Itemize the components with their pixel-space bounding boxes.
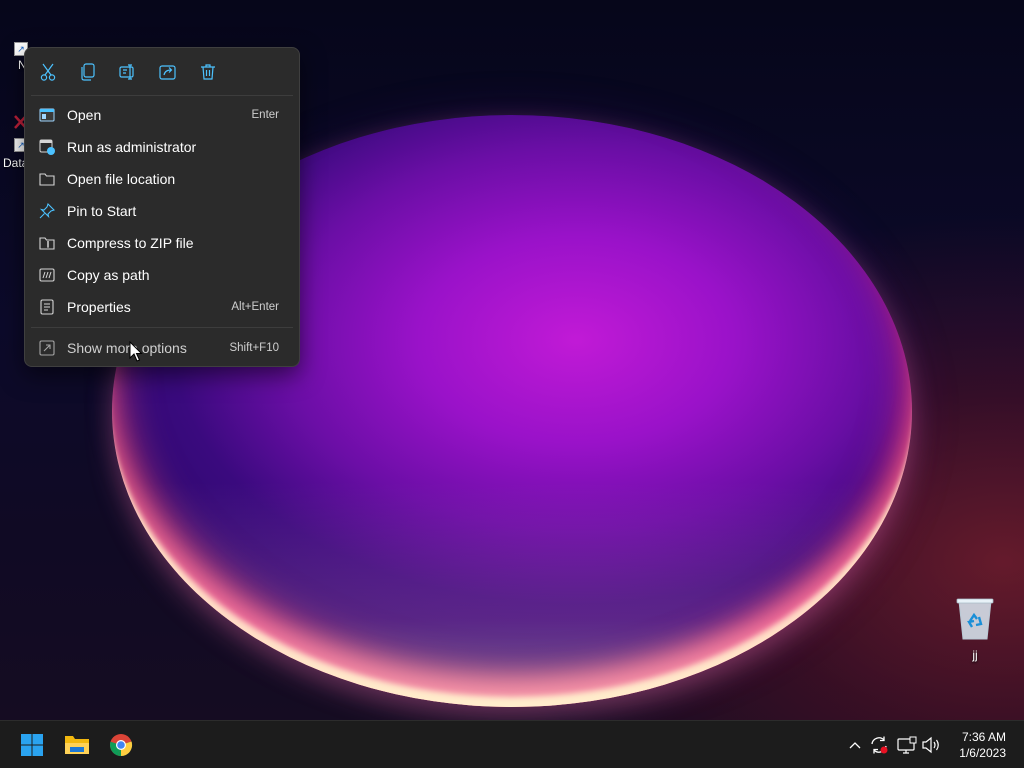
properties-icon [39,299,55,315]
rename-button[interactable] [116,60,140,84]
chrome-button[interactable] [105,729,137,761]
open-icon [39,107,55,123]
menu-item-label: Properties [67,299,131,315]
delete-button[interactable] [196,60,220,84]
taskbar: 7:36 AM 1/6/2023 [0,720,1024,768]
menu-item-label: Show more options [67,340,187,356]
delete-icon [201,64,215,80]
sync-icon [871,736,888,754]
menu-item-show-more-options[interactable]: Show more options Shift+F10 [31,333,293,363]
menu-item-properties[interactable]: Properties Alt+Enter [31,292,293,322]
share-button[interactable] [156,60,180,84]
chrome-icon [110,734,133,757]
clock-time: 7:36 AM [961,730,1006,744]
context-menu-toolbar [25,48,299,95]
recycle-bin-icon[interactable] [954,597,996,641]
menu-divider [31,327,293,328]
cut-button[interactable] [36,60,60,84]
shield-icon [39,139,55,155]
menu-item-label: Open file location [67,171,176,187]
cut-icon [40,63,56,81]
menu-item-run-as-administrator[interactable]: Run as administrator [31,132,293,162]
menu-item-copy-as-path[interactable]: Copy as path [31,260,293,290]
start-button[interactable] [16,729,48,761]
network-icon [897,736,917,754]
clock-date: 1/6/2023 [959,746,1006,760]
chevron-up-icon [849,742,861,749]
menu-item-label: Run as administrator [67,139,197,155]
menu-item-label: Copy as path [67,267,150,283]
pin-icon [39,202,56,219]
menu-item-open-file-location[interactable]: Open file location [31,164,293,194]
show-hidden-icons-button[interactable] [845,735,865,755]
menu-item-pin-to-start[interactable]: Pin to Start [31,196,293,226]
speaker-icon [922,736,939,754]
network-icon[interactable] [897,735,917,755]
menu-item-label: Pin to Start [67,203,137,219]
menu-divider [31,95,293,96]
menu-item-open[interactable]: Open Enter [31,100,293,130]
copy-path-icon [39,267,55,283]
more-options-icon [39,340,55,356]
folder-icon [39,171,55,187]
recycle-bin-label: jj [972,648,978,662]
sync-status-icon[interactable] [869,735,889,755]
clock[interactable]: 7:36 AM 1/6/2023 [959,729,1006,761]
share-icon [159,65,176,80]
context-menu: Open Enter Run as administrator Open fil… [24,47,300,367]
menu-item-shortcut: Enter [251,109,280,121]
copy-icon [81,63,95,81]
zip-folder-icon [39,235,55,251]
volume-icon[interactable] [921,735,941,755]
file-explorer-button[interactable] [61,729,93,761]
menu-item-shortcut: Alt+Enter [231,301,279,313]
copy-button[interactable] [76,60,100,84]
menu-item-compress-to-zip[interactable]: Compress to ZIP file [31,228,293,258]
mouse-cursor-icon [129,341,143,362]
windows-logo-icon [21,734,43,756]
folder-icon [65,736,89,754]
menu-item-label: Compress to ZIP file [67,235,194,251]
data-shortcut-label: Data [3,156,25,170]
rename-icon [119,64,134,80]
menu-item-label: Open [67,107,102,123]
menu-item-shortcut: Shift+F10 [229,342,279,354]
